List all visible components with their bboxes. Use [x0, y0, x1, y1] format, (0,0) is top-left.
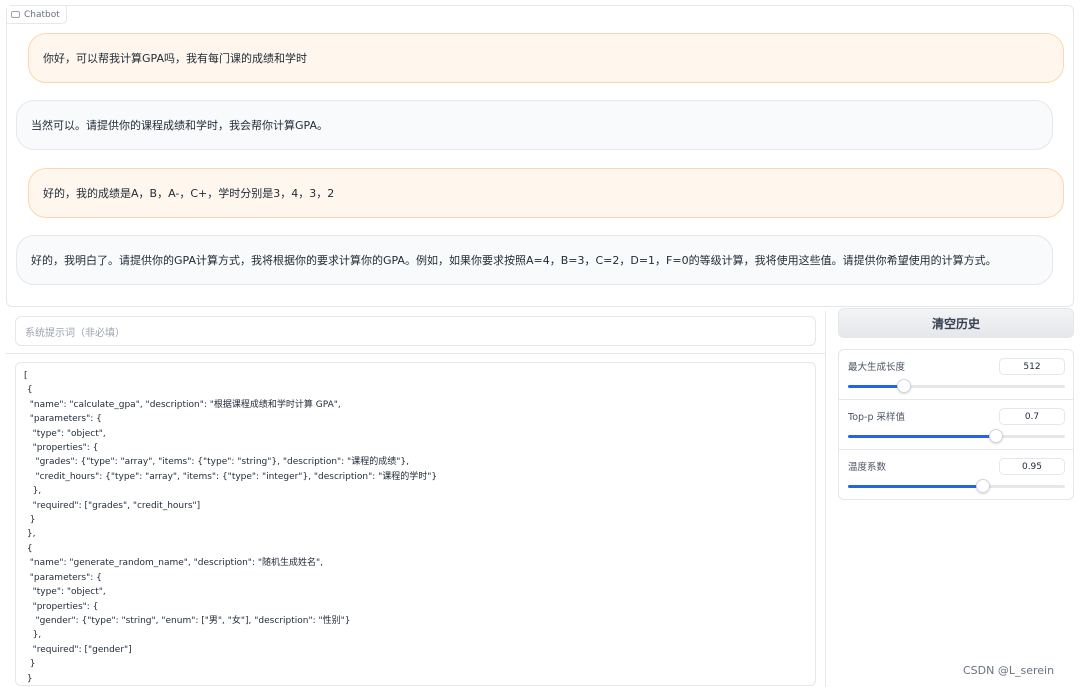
code-line: "properties": { [24, 601, 99, 612]
slider-fill [848, 485, 983, 488]
chat-icon [11, 11, 20, 18]
code-line: } [24, 659, 36, 670]
temperature-slider-block: 温度系数 0.95 [839, 450, 1073, 500]
temperature-slider[interactable] [848, 479, 1065, 493]
message-text: 好的，我的成绩是A，B，A-，C+，学时分别是3，4，3，2 [43, 187, 335, 200]
chatbot-label-text: Chatbot [24, 9, 60, 20]
code-line: "required": ["gender"] [24, 644, 132, 655]
slider-thumb[interactable] [975, 479, 990, 493]
slider-label: Top-p 采样值 [848, 412, 906, 423]
code-line: "credit_hours": {"type": "array", "items… [24, 471, 438, 482]
chatbot-label: Chatbot [7, 6, 67, 24]
code-line: "type": "object", [24, 428, 106, 439]
message-text: 好的，我明白了。请提供你的GPA计算方式，我将根据你的要求计算你的GPA。例如，… [31, 254, 997, 267]
max-length-number-input[interactable]: 512 [999, 358, 1065, 375]
code-line: "type": "object", [24, 587, 106, 598]
code-line: } [24, 515, 36, 526]
slider-label: 最大生成长度 [848, 362, 906, 373]
code-line: }, [24, 486, 42, 497]
temperature-number-input[interactable]: 0.95 [999, 458, 1065, 475]
assistant-message: 当然可以。请提供你的课程成绩和学时，我会帮你计算GPA。 [16, 100, 1053, 150]
slider-fill [848, 435, 996, 438]
max-length-slider-block: 最大生成长度 512 [839, 350, 1073, 400]
chatbot-panel: Chatbot 你好，可以帮我计算GPA吗，我有每门课的成绩和学时 当然可以。请… [6, 5, 1074, 307]
code-line: "required": ["grades", "credit_hours"] [24, 500, 201, 511]
code-line: "grades": {"type": "array", "items": {"t… [24, 457, 409, 468]
slider-fill [848, 385, 905, 388]
assistant-message: 好的，我明白了。请提供你的GPA计算方式，我将根据你的要求计算你的GPA。例如，… [16, 235, 1053, 285]
code-line: }, [24, 630, 42, 641]
top-p-number-input[interactable]: 0.7 [999, 408, 1065, 425]
message-text: 你好，可以帮我计算GPA吗，我有每门课的成绩和学时 [43, 52, 307, 65]
watermark: CSDN @L_serein [963, 664, 1055, 677]
slider-thumb[interactable] [988, 429, 1003, 443]
code-line: { [24, 543, 33, 554]
user-message: 你好，可以帮我计算GPA吗，我有每门课的成绩和学时 [28, 33, 1064, 83]
code-line: "properties": { [24, 443, 99, 454]
system-prompt-placeholder: 系统提示词（非必填） [25, 327, 125, 339]
code-line: "name": "generate_random_name", "descrip… [24, 558, 323, 569]
system-prompt-container: 系统提示词（非必填） [6, 311, 826, 354]
functions-code-editor[interactable]: [ { "name": "calculate_gpa", "descriptio… [15, 362, 816, 686]
system-prompt-input[interactable]: 系统提示词（非必填） [15, 316, 816, 346]
code-line: "name": "calculate_gpa", "description": … [24, 399, 341, 410]
slider-thumb[interactable] [897, 379, 912, 393]
code-line: } [24, 673, 33, 684]
user-message: 好的，我的成绩是A，B，A-，C+，学时分别是3，4，3，2 [28, 168, 1064, 218]
code-line: "parameters": { [24, 572, 102, 583]
parameters-panel: 最大生成长度 512 Top-p 采样值 0.7 温度系数 0.95 [838, 349, 1074, 500]
max-length-slider[interactable] [848, 379, 1065, 393]
top-p-slider-block: Top-p 采样值 0.7 [839, 400, 1073, 450]
slider-label: 温度系数 [848, 462, 887, 473]
code-line: "gender": {"type": "string", "enum": ["男… [24, 615, 351, 626]
code-line: }, [24, 529, 36, 540]
clear-history-button[interactable]: 清空历史 [838, 308, 1074, 338]
top-p-slider[interactable] [848, 429, 1065, 443]
code-line: { [24, 385, 33, 396]
message-text: 当然可以。请提供你的课程成绩和学时，我会帮你计算GPA。 [31, 119, 328, 132]
code-line: "parameters": { [24, 414, 102, 425]
left-column: 系统提示词（非必填） [ { "name": "calculate_gpa", … [6, 311, 826, 687]
code-line: [ [24, 371, 28, 381]
